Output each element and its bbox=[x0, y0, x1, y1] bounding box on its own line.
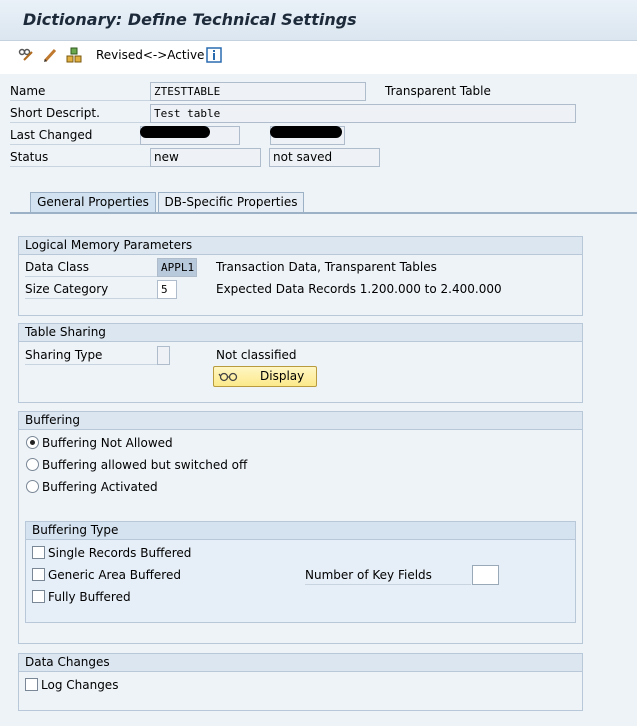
checkbox-log-changes[interactable]: Log Changes bbox=[25, 676, 118, 694]
status-field: new bbox=[150, 148, 261, 167]
table-sharing-header: Table Sharing bbox=[19, 324, 582, 342]
radio-buffering-not-allowed[interactable]: Buffering Not Allowed bbox=[26, 434, 173, 452]
radio-label: Buffering Not Allowed bbox=[42, 436, 173, 450]
sharing-type-label: Sharing Type bbox=[25, 346, 157, 365]
application-toolbar: Revised<->Active bbox=[0, 41, 637, 69]
buffering-header: Buffering bbox=[19, 412, 582, 430]
checkbox-label: Generic Area Buffered bbox=[48, 568, 181, 582]
name-field[interactable]: ZTESTTABLE bbox=[150, 82, 366, 101]
display-glasses-icon bbox=[218, 372, 238, 382]
size-category-description: Expected Data Records 1.200.000 to 2.400… bbox=[216, 282, 502, 296]
logical-memory-header: Logical Memory Parameters bbox=[19, 237, 582, 255]
size-category-label: Size Category bbox=[25, 280, 157, 299]
radio-button[interactable] bbox=[26, 480, 39, 493]
checkbox[interactable] bbox=[32, 590, 45, 603]
checkbox-generic-area-buffered[interactable]: Generic Area Buffered bbox=[32, 566, 181, 584]
table-type-text: Transparent Table bbox=[385, 84, 491, 98]
key-fields-label: Number of Key Fields bbox=[305, 566, 471, 585]
status-label: Status bbox=[10, 148, 150, 167]
key-fields-input[interactable] bbox=[472, 565, 499, 585]
data-class-field[interactable]: APPL1 bbox=[157, 258, 197, 277]
checkbox[interactable] bbox=[32, 568, 45, 581]
info-icon[interactable] bbox=[206, 47, 222, 63]
short-description-field[interactable]: Test table bbox=[150, 104, 576, 123]
data-class-description: Transaction Data, Transparent Tables bbox=[216, 260, 437, 274]
size-category-field[interactable]: 5 bbox=[157, 280, 177, 299]
checkbox[interactable] bbox=[25, 678, 38, 691]
radio-button-selected[interactable] bbox=[26, 436, 39, 449]
data-class-label: Data Class bbox=[25, 258, 157, 277]
sharing-description: Not classified bbox=[216, 348, 297, 362]
tab-strip-line bbox=[10, 212, 637, 214]
radio-label: Buffering Activated bbox=[42, 480, 158, 494]
radio-label: Buffering allowed but switched off bbox=[42, 458, 248, 472]
tab-db-specific-properties[interactable]: DB-Specific Properties bbox=[158, 192, 304, 213]
display-button-label: Display bbox=[260, 369, 305, 383]
checkbox-label: Log Changes bbox=[41, 678, 119, 692]
display-button[interactable]: Display bbox=[213, 366, 317, 387]
redaction-mark bbox=[270, 126, 342, 138]
checkbox-label: Fully Buffered bbox=[48, 590, 131, 604]
checkbox-label: Single Records Buffered bbox=[48, 546, 192, 560]
radio-buffering-activated[interactable]: Buffering Activated bbox=[26, 478, 158, 496]
last-changed-label: Last Changed bbox=[10, 126, 150, 145]
checkbox-single-records-buffered[interactable]: Single Records Buffered bbox=[32, 544, 191, 562]
page-title: Dictionary: Define Technical Settings bbox=[23, 10, 357, 29]
radio-button[interactable] bbox=[26, 458, 39, 471]
name-label: Name bbox=[10, 82, 150, 101]
checkbox-fully-buffered[interactable]: Fully Buffered bbox=[32, 588, 131, 606]
redaction-mark bbox=[140, 126, 210, 138]
sharing-type-field[interactable] bbox=[157, 346, 170, 365]
edit-pencil-icon[interactable] bbox=[42, 47, 58, 63]
tab-general-properties[interactable]: General Properties bbox=[30, 192, 156, 213]
revised-active-button[interactable]: Revised<->Active bbox=[96, 48, 204, 62]
buffering-type-header: Buffering Type bbox=[26, 522, 575, 540]
short-description-label: Short Descript. bbox=[10, 104, 150, 123]
radio-buffering-allowed-switched-off[interactable]: Buffering allowed but switched off bbox=[26, 456, 247, 474]
checkbox[interactable] bbox=[32, 546, 45, 559]
save-status-field: not saved bbox=[269, 148, 380, 167]
data-changes-header: Data Changes bbox=[19, 654, 582, 672]
title-bar: Dictionary: Define Technical Settings bbox=[0, 0, 637, 41]
object-hierarchy-icon[interactable] bbox=[66, 47, 82, 63]
display-change-icon[interactable] bbox=[18, 47, 34, 63]
